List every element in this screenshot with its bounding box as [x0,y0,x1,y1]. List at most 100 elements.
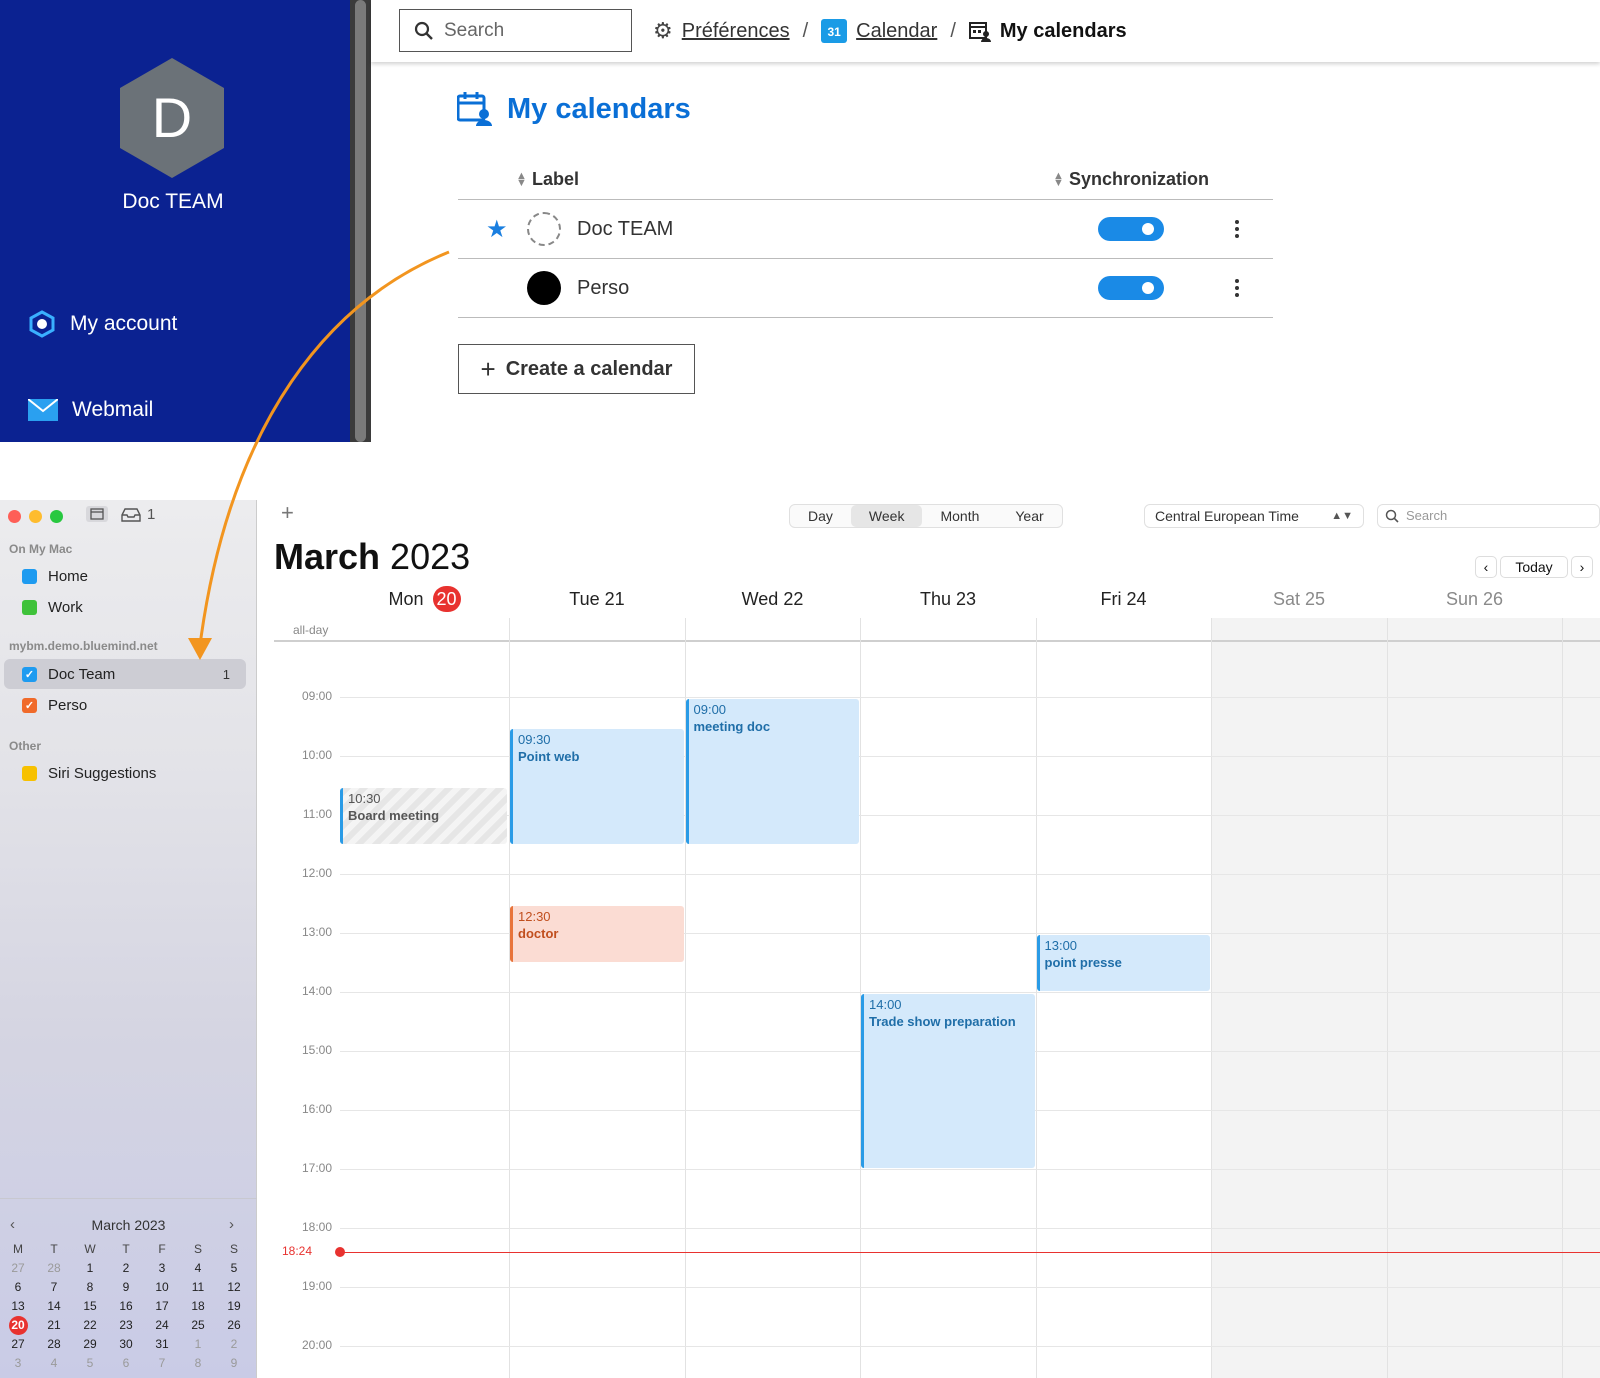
mini-calendar-day[interactable]: 1 [180,1335,216,1354]
avatar[interactable]: D [120,58,224,178]
mini-calendar-day[interactable]: 26 [216,1316,252,1335]
mini-calendar-day[interactable]: 28 [36,1335,72,1354]
close-button[interactable] [8,510,21,523]
day-header-mon[interactable]: Mon 20 [340,586,509,616]
today-button[interactable]: Today [1500,556,1568,578]
mini-calendar-day[interactable]: 7 [144,1354,180,1373]
calendar-checkbox[interactable]: ✓ [22,697,37,713]
calendar-item-work[interactable]: Work [4,592,246,622]
create-calendar-button[interactable]: + Create a calendar [458,344,695,394]
chevron-right-icon[interactable]: › [229,1216,234,1233]
table-row[interactable]: Perso [458,259,1273,318]
calendar-color-swatch[interactable] [527,212,561,246]
mini-calendar-day[interactable]: 9 [216,1354,252,1373]
search-input[interactable]: Search [399,9,632,52]
day-header-sun[interactable]: Sun 26 [1387,586,1562,616]
mini-calendar-day[interactable]: 10 [144,1278,180,1297]
mini-calendar-day[interactable]: 28 [36,1259,72,1278]
mini-calendar-day[interactable]: 5 [216,1259,252,1278]
mini-calendar-day[interactable]: 3 [0,1354,36,1373]
all-day-row[interactable]: all-day [274,618,1600,642]
mini-calendar-day[interactable]: 16 [108,1297,144,1316]
sync-toggle[interactable] [1098,217,1164,241]
calendar-event[interactable]: 13:00 point presse [1036,935,1210,991]
mini-calendar-day[interactable]: 8 [72,1278,108,1297]
minimize-button[interactable] [29,510,42,523]
mini-calendar-day[interactable]: 29 [72,1335,108,1354]
mini-calendar-day[interactable]: 2 [216,1335,252,1354]
mini-calendar-day[interactable]: 20 [0,1316,36,1335]
zoom-button[interactable] [50,510,63,523]
add-event-button[interactable]: + [281,500,294,526]
calendar-search-input[interactable]: Search [1377,504,1600,528]
calendar-checkbox[interactable]: ✓ [22,666,37,682]
mini-calendar-day[interactable]: 30 [108,1335,144,1354]
next-week-button[interactable]: › [1571,556,1593,578]
mini-calendar-day[interactable]: 24 [144,1316,180,1335]
mini-calendar-day[interactable]: 19 [216,1297,252,1316]
day-header-tue[interactable]: Tue 21 [510,586,685,616]
mini-calendar-day[interactable]: 27 [0,1335,36,1354]
mini-calendar-day[interactable]: 7 [36,1278,72,1297]
nav-webmail[interactable]: Webmail [28,398,153,422]
mini-calendar-day[interactable]: 8 [180,1354,216,1373]
mini-calendar-day[interactable]: 6 [0,1278,36,1297]
calendar-event[interactable]: 12:30 doctor [510,905,684,962]
more-options-icon[interactable] [1232,275,1242,301]
calendar-event[interactable]: 14:00 Trade show preparation [861,994,1035,1168]
mini-calendar-day[interactable]: 14 [36,1297,72,1316]
mini-calendar-day[interactable]: 11 [180,1278,216,1297]
column-synchronization[interactable]: ▲ ▼ Synchronization [1053,169,1209,190]
mini-calendar-day[interactable]: 4 [36,1354,72,1373]
mini-calendar-day[interactable]: 5 [72,1354,108,1373]
mini-calendar-day[interactable]: 2 [108,1259,144,1278]
breadcrumb-preferences[interactable]: Préférences [682,20,790,43]
sidebar-scrollbar[interactable] [350,0,371,442]
more-options-icon[interactable] [1232,216,1242,242]
calendar-color-swatch[interactable] [527,271,561,305]
mini-calendar-day[interactable]: 6 [108,1354,144,1373]
calendar-event[interactable]: 09:30 Point web [510,728,684,844]
mini-calendar-day[interactable]: 18 [180,1297,216,1316]
calendar-item-siri-suggestions[interactable]: Siri Suggestions [4,758,246,788]
day-header-fri[interactable]: Fri 24 [1036,586,1211,616]
mini-calendar-day[interactable]: 12 [216,1278,252,1297]
mini-calendar-day[interactable]: 21 [36,1316,72,1335]
view-month[interactable]: Month [922,505,997,527]
nav-my-account[interactable]: My account [28,310,177,338]
breadcrumb-calendar[interactable]: Calendar [856,20,937,43]
mini-calendar-day[interactable]: 22 [72,1316,108,1335]
day-header-sat[interactable]: Sat 25 [1212,586,1387,616]
day-header-wed[interactable]: Wed 22 [685,586,860,616]
calendar-checkbox[interactable] [22,599,37,615]
timezone-select[interactable]: Central European Time ▲▼ [1144,504,1364,528]
previous-week-button[interactable]: ‹ [1475,556,1497,578]
calendar-list-icon[interactable] [86,506,108,522]
calendar-item-doc-team[interactable]: ✓ Doc Team 1 [4,659,246,689]
view-week[interactable]: Week [850,505,923,527]
calendar-event[interactable]: 10:30 Board meeting [340,787,507,844]
inbox-button[interactable]: 1 [121,506,155,523]
mini-calendar-day[interactable]: 31 [144,1335,180,1354]
column-label[interactable]: ▲ ▼ Label [516,169,579,190]
mini-calendar-day[interactable]: 1 [72,1259,108,1278]
table-row[interactable]: ★ Doc TEAM [458,200,1273,259]
mini-calendar-day[interactable]: 13 [0,1297,36,1316]
mini-calendar-day[interactable]: 3 [144,1259,180,1278]
day-header-thu[interactable]: Thu 23 [861,586,1036,616]
calendar-checkbox[interactable] [22,568,37,584]
mini-calendar-day[interactable]: 4 [180,1259,216,1278]
view-day[interactable]: Day [790,505,851,527]
mini-calendar-day[interactable]: 17 [144,1297,180,1316]
mini-calendar-day[interactable]: 15 [72,1297,108,1316]
calendar-event[interactable]: 09:00 meeting doc [685,699,859,844]
scrollbar-thumb[interactable] [355,0,366,442]
mini-calendar-day[interactable]: 25 [180,1316,216,1335]
sync-toggle[interactable] [1098,276,1164,300]
default-star-icon[interactable]: ★ [486,215,508,244]
view-year[interactable]: Year [997,505,1061,527]
mini-calendar-day[interactable]: 9 [108,1278,144,1297]
mini-calendar-day[interactable]: 27 [0,1259,36,1278]
calendar-checkbox[interactable] [22,765,37,781]
mini-calendar-day[interactable]: 23 [108,1316,144,1335]
